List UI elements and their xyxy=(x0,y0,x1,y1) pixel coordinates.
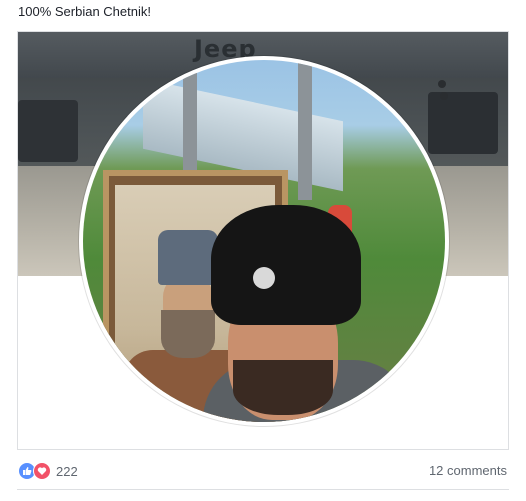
post-text: 100% Serbian Chetnik! xyxy=(18,4,151,19)
man-beard xyxy=(233,360,333,415)
cover-bolt xyxy=(438,80,446,88)
tent-pole xyxy=(298,60,312,200)
cover-taillight-left xyxy=(18,100,78,162)
profile-picture[interactable] xyxy=(83,60,445,422)
cover-taillight-right xyxy=(428,92,498,154)
portrait-beard xyxy=(161,310,215,358)
love-icon xyxy=(33,462,51,480)
reaction-count[interactable]: 222 xyxy=(56,464,78,479)
tent-pole xyxy=(183,60,197,180)
cover-bolt xyxy=(440,92,448,100)
man-fur-hat xyxy=(211,205,361,325)
comments-count-link[interactable]: 12 comments xyxy=(429,463,507,478)
portrait-hat xyxy=(158,230,218,285)
hat-emblem xyxy=(253,267,275,289)
profile-picture-card[interactable]: Jeep xyxy=(17,31,509,450)
divider xyxy=(17,489,509,490)
reactions-summary[interactable]: 222 xyxy=(18,462,78,480)
